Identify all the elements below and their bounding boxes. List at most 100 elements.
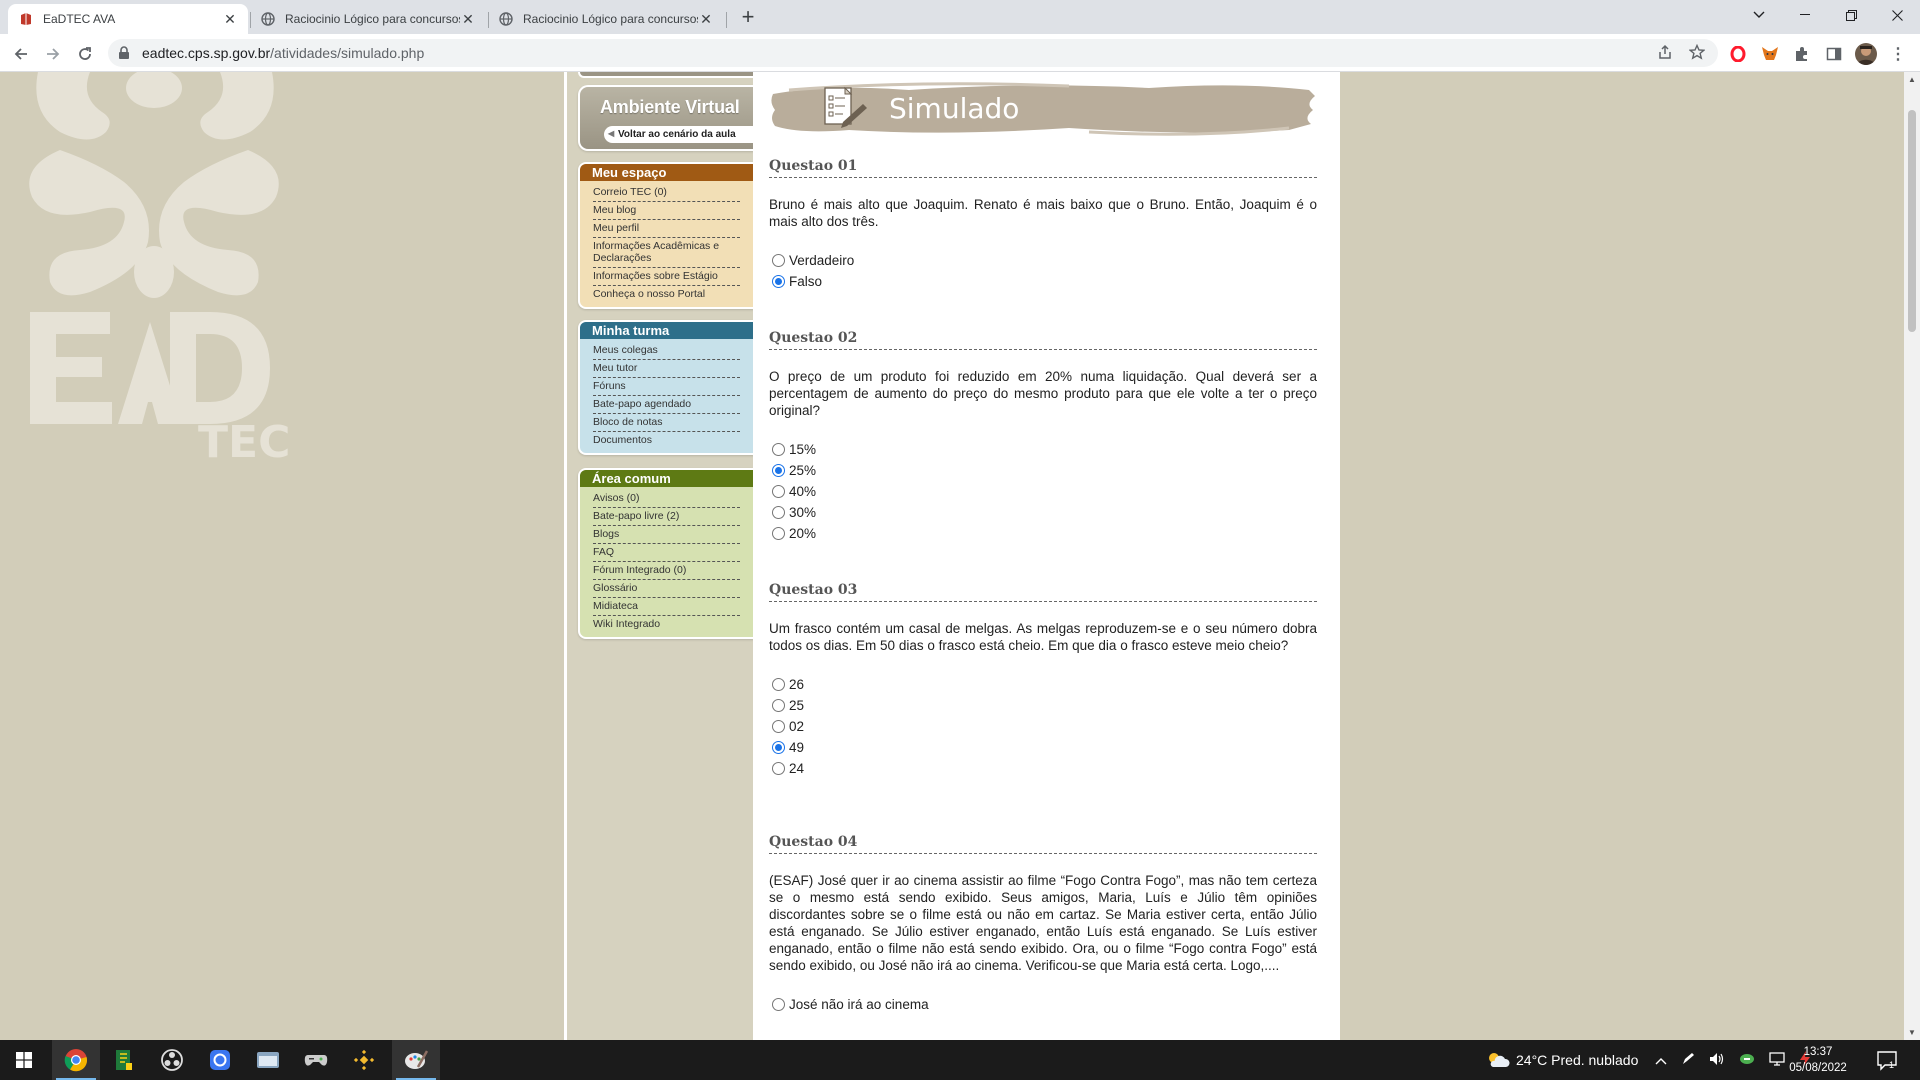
bookmark-star-icon[interactable]: [1688, 43, 1706, 62]
chrome-menu-icon[interactable]: ⋮: [1888, 44, 1908, 64]
minimize-icon[interactable]: [1782, 0, 1828, 30]
answer-option[interactable]: 26: [769, 674, 1317, 695]
close-tab-icon[interactable]: ✕: [222, 11, 238, 28]
option-label[interactable]: 25: [789, 698, 804, 713]
side-panel-icon[interactable]: [1824, 44, 1844, 64]
radio-button[interactable]: [772, 720, 785, 733]
option-label[interactable]: 24: [789, 761, 804, 776]
option-label[interactable]: 40%: [789, 484, 816, 499]
option-label[interactable]: 25%: [789, 463, 816, 478]
answer-option[interactable]: 25: [769, 695, 1317, 716]
scroll-down-arrow-icon[interactable]: ▼: [1908, 1028, 1916, 1037]
tab-search-icon[interactable]: [1736, 0, 1782, 30]
radio-button-selected[interactable]: [772, 464, 785, 477]
menu-link-faq[interactable]: FAQ: [593, 544, 740, 562]
menu-link-informacoes-estagio[interactable]: Informações sobre Estágio: [593, 268, 740, 286]
close-tab-icon[interactable]: ✕: [698, 11, 714, 28]
radio-button-selected[interactable]: [772, 275, 785, 288]
menu-link-forum-integrado[interactable]: Fórum Integrado (0): [593, 562, 740, 580]
back-arrow-icon[interactable]: [10, 43, 32, 65]
option-label[interactable]: 02: [789, 719, 804, 734]
game-controller-icon[interactable]: [292, 1040, 340, 1080]
document-app-icon[interactable]: [100, 1040, 148, 1080]
menu-link-meus-colegas[interactable]: Meus colegas: [593, 342, 740, 360]
address-bar[interactable]: eadtec.cps.sp.gov.br/atividades/simulado…: [108, 39, 1718, 67]
answer-option[interactable]: 40%: [769, 481, 1317, 502]
scrollbar-thumb[interactable]: [1908, 110, 1916, 332]
menu-link-blogs[interactable]: Blogs: [593, 526, 740, 544]
menu-link-bloco-notas[interactable]: Bloco de notas: [593, 414, 740, 432]
reload-icon[interactable]: [74, 43, 96, 65]
menu-link-midiateca[interactable]: Midiateca: [593, 598, 740, 616]
radio-button[interactable]: [772, 762, 785, 775]
radio-button[interactable]: [772, 506, 785, 519]
radio-button[interactable]: [772, 485, 785, 498]
lock-icon[interactable]: [118, 46, 132, 60]
browser-tab-eadtec[interactable]: EaDTEC AVA ✕: [8, 4, 248, 34]
option-label[interactable]: 49: [789, 740, 804, 755]
answer-option[interactable]: 24: [769, 758, 1317, 779]
file-manager-icon[interactable]: [244, 1040, 292, 1080]
url-text[interactable]: eadtec.cps.sp.gov.br/atividades/simulado…: [142, 45, 424, 61]
radio-button[interactable]: [772, 678, 785, 691]
answer-option[interactable]: 15%: [769, 439, 1317, 460]
radio-button[interactable]: [772, 443, 785, 456]
menu-link-meu-blog[interactable]: Meu blog: [593, 202, 740, 220]
option-label[interactable]: José não irá ao cinema: [789, 997, 929, 1012]
browser-tab-raciocinio-2[interactable]: Raciocinio Lógico para concursos ✕: [488, 4, 724, 34]
new-tab-button[interactable]: +: [736, 6, 760, 30]
forward-arrow-icon[interactable]: [42, 43, 64, 65]
green-app-tray-icon[interactable]: [1739, 1053, 1755, 1068]
menu-link-documentos[interactable]: Documentos: [593, 432, 740, 449]
answer-option[interactable]: 30%: [769, 502, 1317, 523]
radio-button[interactable]: [772, 699, 785, 712]
answer-option[interactable]: 49: [769, 737, 1317, 758]
menu-link-meu-tutor[interactable]: Meu tutor: [593, 360, 740, 378]
option-label[interactable]: 26: [789, 677, 804, 692]
menu-link-meu-perfil[interactable]: Meu perfil: [593, 220, 740, 238]
taskbar-clock[interactable]: 13:37 05/08/2022: [1774, 1044, 1862, 1076]
windows-start-icon[interactable]: [0, 1040, 48, 1080]
option-label[interactable]: 20%: [789, 526, 816, 541]
menu-link-glossario[interactable]: Glossário: [593, 580, 740, 598]
radio-button[interactable]: [772, 254, 785, 267]
menu-link-avisos[interactable]: Avisos (0): [593, 490, 740, 508]
radio-button[interactable]: [772, 998, 785, 1011]
binance-icon[interactable]: [340, 1040, 388, 1080]
menu-link-bate-papo-livre[interactable]: Bate-papo livre (2): [593, 508, 740, 526]
voltar-cenario-button[interactable]: ◀ Voltar ao cenário da aula: [604, 126, 754, 143]
option-label[interactable]: 15%: [789, 442, 816, 457]
pen-tray-icon[interactable]: [1681, 1052, 1695, 1069]
menu-link-foruns[interactable]: Fóruns: [593, 378, 740, 396]
scroll-up-arrow-icon[interactable]: ▲: [1908, 75, 1916, 84]
chrome-taskbar-icon[interactable]: [52, 1040, 100, 1080]
volume-icon[interactable]: [1709, 1052, 1725, 1069]
metamask-fox-icon[interactable]: [1760, 44, 1780, 64]
option-label[interactable]: Falso: [789, 274, 822, 289]
menu-link-informacoes-academicas[interactable]: Informações Acadêmicas e Declarações: [593, 238, 740, 268]
share-icon[interactable]: [1656, 44, 1674, 62]
menu-link-conheca-portal[interactable]: Conheça o nosso Portal: [593, 286, 740, 303]
browser-tab-raciocinio-1[interactable]: Raciocinio Lógico para concursos ✕: [250, 4, 486, 34]
restore-icon[interactable]: [1828, 0, 1874, 30]
answer-option[interactable]: 25%: [769, 460, 1317, 481]
opera-extension-icon[interactable]: [1728, 44, 1748, 64]
answer-option[interactable]: Verdadeiro: [769, 250, 1317, 271]
radio-button-selected[interactable]: [772, 741, 785, 754]
obs-studio-icon[interactable]: [148, 1040, 196, 1080]
option-label[interactable]: 30%: [789, 505, 816, 520]
radio-button[interactable]: [772, 527, 785, 540]
signal-app-icon[interactable]: [196, 1040, 244, 1080]
menu-link-correio[interactable]: Correio TEC (0): [593, 184, 740, 202]
answer-option[interactable]: 20%: [769, 523, 1317, 544]
paint-app-icon[interactable]: [392, 1040, 440, 1080]
close-window-icon[interactable]: [1874, 0, 1920, 30]
menu-link-wiki-integrado[interactable]: Wiki Integrado: [593, 616, 740, 633]
chevron-up-icon[interactable]: [1655, 1053, 1667, 1068]
answer-option[interactable]: Falso: [769, 271, 1317, 292]
answer-option[interactable]: 02: [769, 716, 1317, 737]
page-scrollbar[interactable]: ▲ ▼: [1904, 72, 1920, 1040]
menu-link-bate-papo-agendado[interactable]: Bate-papo agendado: [593, 396, 740, 414]
close-tab-icon[interactable]: ✕: [460, 11, 476, 28]
option-label[interactable]: Verdadeiro: [789, 253, 854, 268]
